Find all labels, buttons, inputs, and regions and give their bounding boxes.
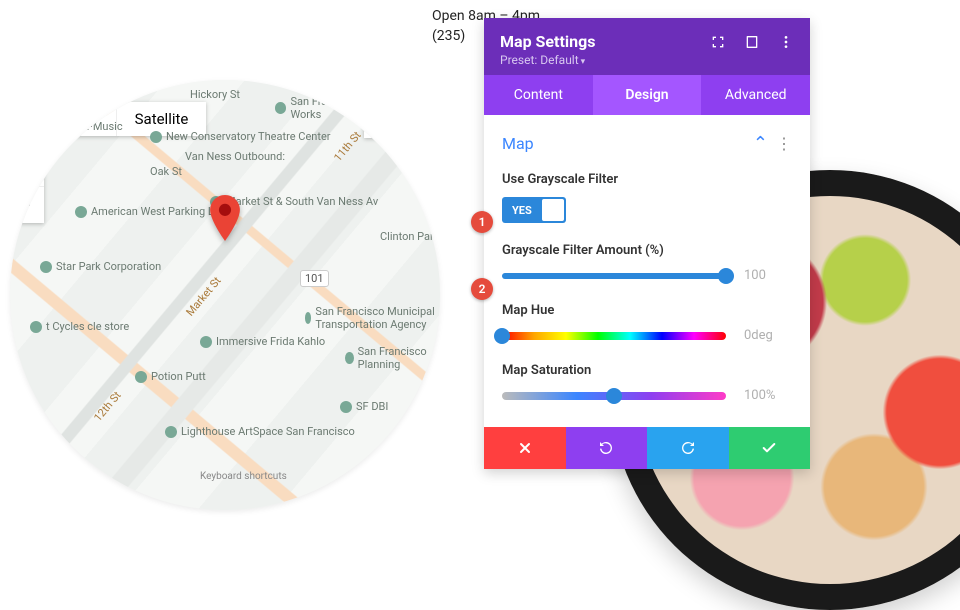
section-more-icon[interactable]: ⋮	[776, 134, 792, 153]
poi-label: American West Parking Lot	[75, 205, 224, 218]
map-saturation-slider[interactable]	[502, 392, 726, 400]
panel-footer	[484, 427, 810, 469]
grayscale-amount-value: 100	[744, 268, 792, 283]
undo-button[interactable]	[566, 427, 648, 469]
poi-label: Lighthouse ArtSpace San Francisco	[165, 425, 355, 438]
poi-label: San Francisco City Public Works	[275, 95, 440, 121]
save-button[interactable]	[729, 427, 811, 469]
poi-label: Potion Putt	[135, 370, 206, 383]
map-settings-panel: Map Settings Preset: Default▾ Content De…	[484, 18, 810, 469]
tab-content[interactable]: Content	[484, 75, 593, 115]
cancel-button[interactable]	[484, 427, 566, 469]
callout-badge-2: 2	[471, 278, 493, 300]
map-saturation-value: 100%	[744, 388, 792, 403]
poi-label: SF DBI	[340, 400, 388, 413]
poi-label: San Francisco Planning	[345, 345, 440, 371]
poi-label: New Conservatory Theatre Center	[150, 130, 331, 143]
road-label: 11th St	[331, 129, 363, 164]
poi-label: Clinton Park	[380, 230, 439, 243]
panel-tabs: Content Design Advanced	[484, 75, 810, 115]
keyboard-shortcuts-link[interactable]: Keyboard shortcuts	[200, 471, 287, 482]
grayscale-amount-slider[interactable]	[502, 273, 726, 279]
section-title: Map	[502, 134, 534, 153]
road-label: 12th St	[91, 389, 123, 424]
tab-advanced[interactable]: Advanced	[701, 75, 810, 115]
toggle-knob	[542, 199, 564, 221]
route-badge: 101	[300, 270, 329, 287]
grayscale-label: Use Grayscale Filter	[502, 172, 792, 187]
toggle-yes-label: YES	[502, 204, 540, 217]
panel-body: Map ⌃ ⋮ Use Grayscale Filter YES Graysca…	[484, 115, 810, 427]
zoom-out-button[interactable]: −	[10, 187, 44, 223]
poi-label: San Francisco Municipal Transportation A…	[305, 305, 440, 331]
panel-header: Map Settings Preset: Default▾	[484, 18, 810, 75]
poi-label: t Cycles cle store	[30, 320, 129, 333]
redo-button[interactable]	[647, 427, 729, 469]
more-icon[interactable]	[778, 34, 794, 50]
grayscale-amount-label: Grayscale Filter Amount (%)	[502, 243, 792, 258]
collapse-icon[interactable]: ⌃	[753, 133, 768, 154]
poi-label: of Music	[80, 120, 123, 133]
grayscale-toggle[interactable]: YES	[502, 197, 566, 223]
panel-title: Map Settings	[500, 32, 710, 51]
tab-design[interactable]: Design	[593, 75, 702, 115]
road-label: Market St	[183, 274, 223, 318]
expand-icon[interactable]	[710, 34, 726, 50]
map-embed[interactable]: Map Satellite + − Hickory St San Francis…	[10, 80, 440, 510]
poi-label: Immersive Frida Kahlo	[200, 335, 325, 348]
poi-label: Oak St	[150, 165, 182, 178]
poi-label: Star Park Corporation	[40, 260, 161, 273]
poi-label: Van Ness Outbound:	[185, 150, 285, 163]
zoom-control: + −	[10, 150, 44, 223]
callout-badge-1: 1	[471, 211, 493, 233]
poi-label: Hickory St	[190, 88, 240, 101]
map-hue-label: Map Hue	[502, 303, 792, 318]
tablet-icon[interactable]	[744, 34, 760, 50]
map-saturation-label: Map Saturation	[502, 363, 792, 378]
zoom-in-button[interactable]: +	[10, 150, 44, 186]
preset-dropdown[interactable]: Preset: Default▾	[500, 53, 794, 67]
map-hue-slider[interactable]	[502, 332, 726, 340]
map-marker[interactable]	[208, 195, 242, 245]
map-hue-value: 0deg	[744, 328, 792, 343]
